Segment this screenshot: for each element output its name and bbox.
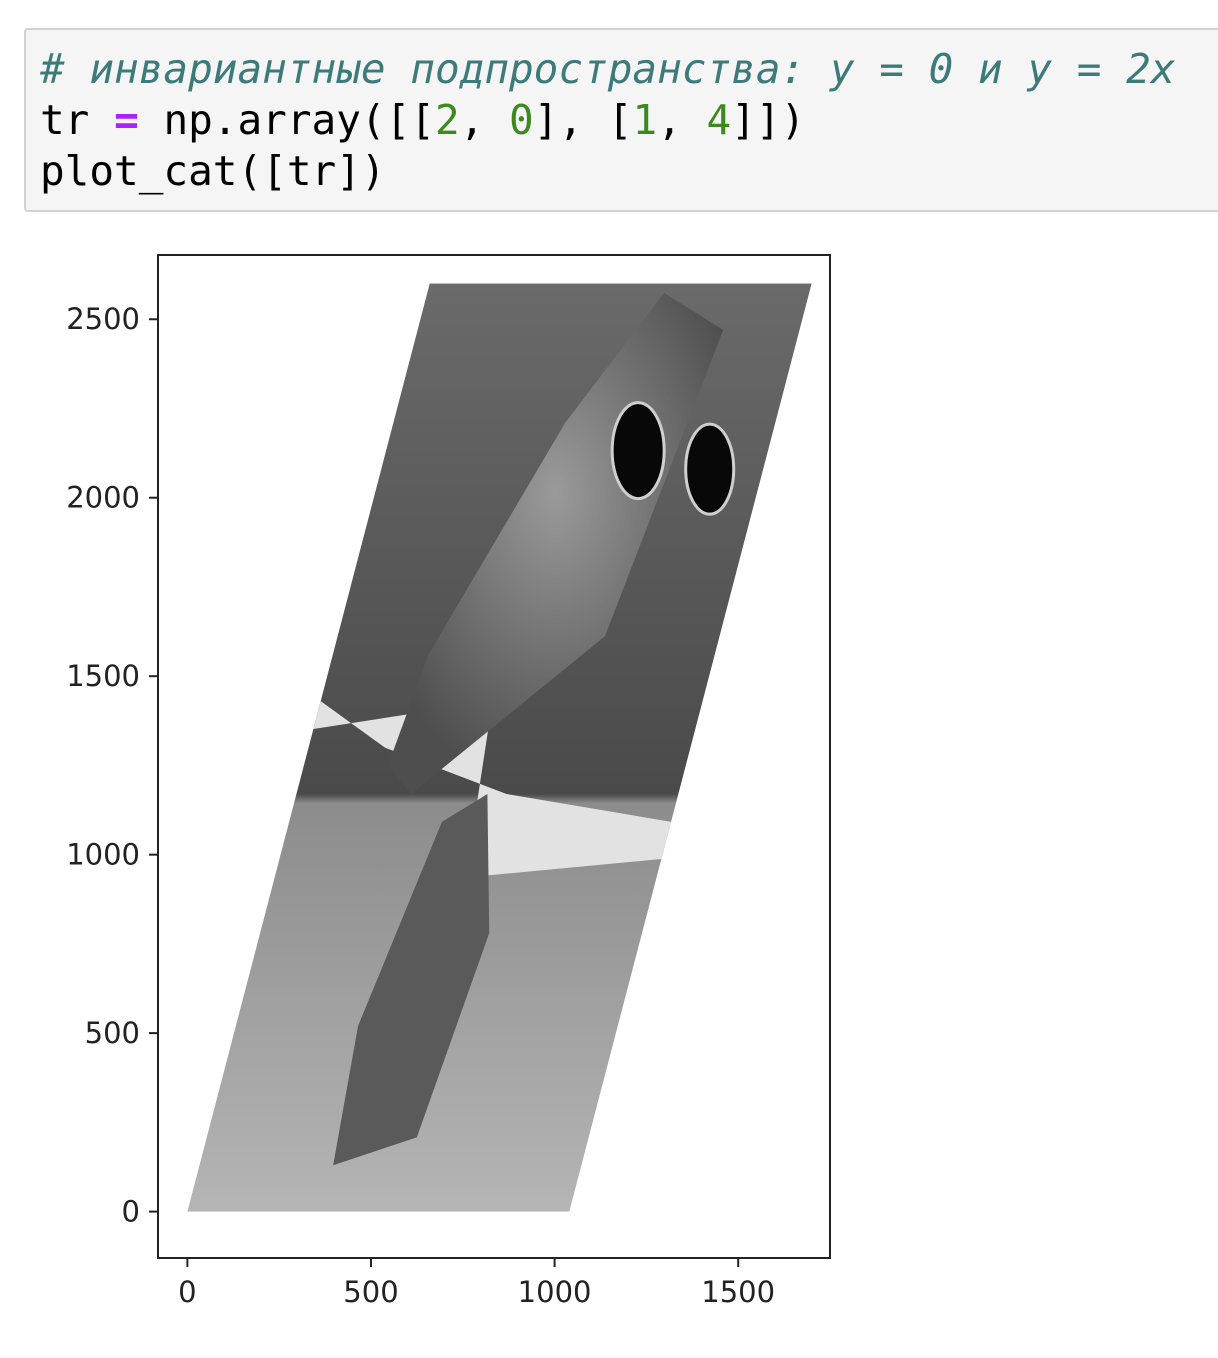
x-tick-label: 1500 [701,1275,775,1309]
sunglasses-lens-right [684,422,736,516]
x-tick-label: 1000 [518,1275,592,1309]
cat-plot: 0 500 1000 1500 0 500 1000 1500 2000 2500 [66,254,831,1309]
x-axis: 0 500 1000 1500 [178,1258,775,1309]
image-background [187,283,812,1212]
y-tick-label: 0 [122,1195,140,1229]
y-tick-label: 500 [85,1016,140,1050]
y-tick-label: 2500 [66,302,140,336]
y-axis: 0 500 1000 1500 2000 2500 [66,302,158,1229]
cat-image [187,283,812,1212]
x-tick-label: 500 [343,1275,398,1309]
y-tick-label: 1000 [66,838,140,872]
x-tick-label: 0 [178,1275,196,1309]
sunglasses-lens-left [610,401,666,501]
y-tick-label: 2000 [66,481,140,515]
y-tick-label: 1500 [66,659,140,693]
